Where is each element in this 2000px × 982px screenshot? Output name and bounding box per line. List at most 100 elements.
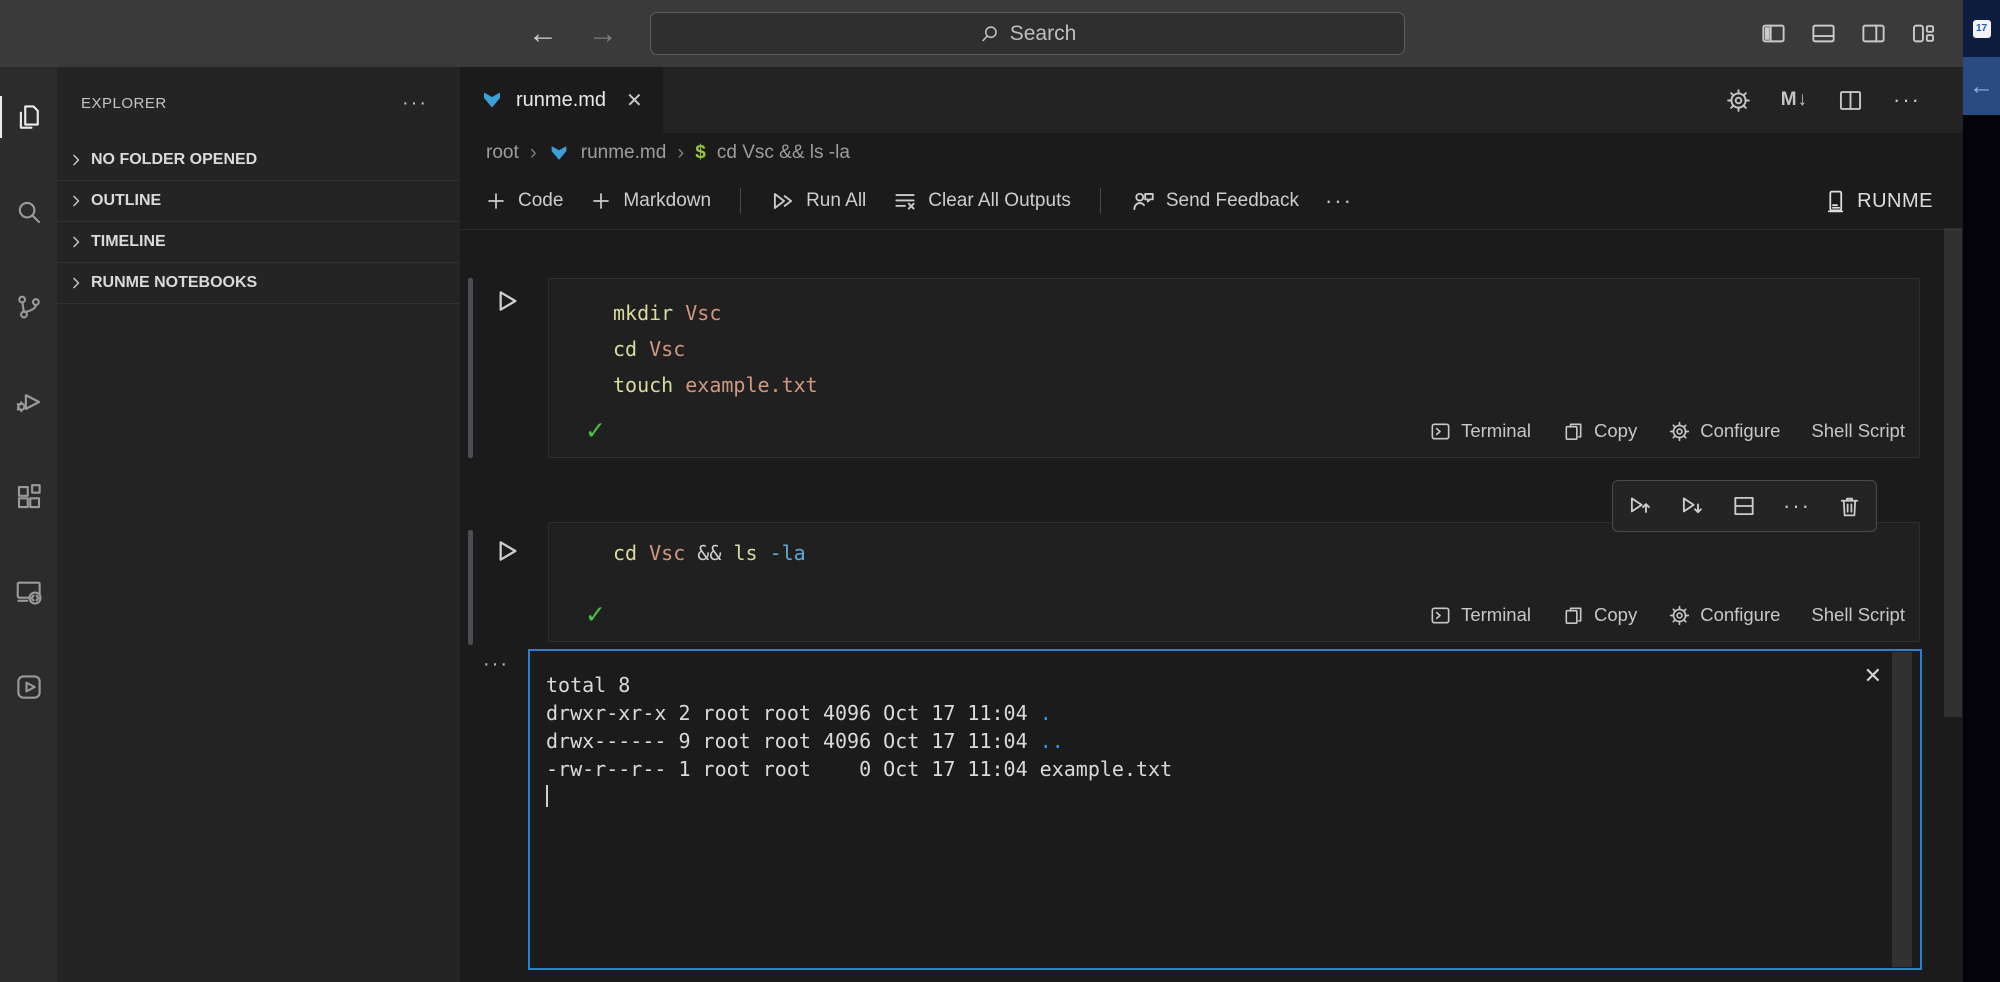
- tab-label: runme.md: [516, 89, 606, 112]
- execute-above-icon[interactable]: [1627, 493, 1653, 519]
- cell-status-bar: ✓ Terminal Copy: [549, 595, 1919, 635]
- editor-actions: M↓ ···: [1725, 67, 1921, 133]
- configure-label: Configure: [1700, 604, 1780, 626]
- runme-brand: RUNME: [1823, 173, 1933, 230]
- terminal-label: Terminal: [1461, 604, 1531, 626]
- toolbar-divider: [1100, 188, 1101, 214]
- output-scrollbar[interactable]: [1892, 652, 1912, 967]
- copy-button[interactable]: Copy: [1562, 420, 1637, 443]
- activity-remote-explorer[interactable]: [0, 568, 57, 616]
- cell-more-actions-icon[interactable]: ···: [1783, 493, 1811, 519]
- customize-layout-icon[interactable]: [1910, 20, 1937, 47]
- add-code-button[interactable]: Code: [484, 189, 563, 213]
- toggle-primary-sidebar-icon[interactable]: [1760, 20, 1787, 47]
- run-all-button[interactable]: Run All: [770, 188, 866, 214]
- background-window-sliver: 17 ←: [1963, 0, 2000, 982]
- run-cell-button[interactable]: [490, 285, 522, 317]
- split-editor-icon[interactable]: [1837, 87, 1864, 114]
- explorer-sidebar: EXPLORER ··· NO FOLDER OPENED OUTLINE TI…: [57, 67, 460, 982]
- runme-brand-label: RUNME: [1857, 190, 1933, 213]
- feedback-person-icon: [1130, 188, 1156, 214]
- configure-button[interactable]: Configure: [1668, 604, 1780, 627]
- execute-below-icon[interactable]: [1679, 493, 1705, 519]
- sidebar-title: EXPLORER: [81, 95, 167, 112]
- delete-cell-icon[interactable]: [1837, 494, 1862, 519]
- editor-scrollbar[interactable]: [1944, 228, 1962, 717]
- code-cell-1[interactable]: mkdir Vsc cd Vsc touch example.txt ✓ Ter…: [548, 278, 1920, 458]
- run-cell-button[interactable]: [490, 535, 522, 567]
- editor-group: runme.md ✕ M↓ ··· root › runme.md › $ cd…: [460, 67, 1963, 982]
- terminal-output[interactable]: total 8 drwxr-xr-x 2 root root 4096 Oct …: [528, 649, 1922, 970]
- markdown-preview-icon[interactable]: M↓: [1781, 89, 1808, 111]
- section-label: NO FOLDER OPENED: [91, 151, 257, 169]
- copy-icon: [1562, 604, 1585, 627]
- section-runme-notebooks[interactable]: RUNME NOTEBOOKS: [57, 262, 460, 303]
- runme-brand-icon: [1823, 189, 1848, 214]
- toolbar-divider: [740, 188, 741, 214]
- copy-label: Copy: [1594, 604, 1637, 626]
- add-markdown-button[interactable]: Markdown: [589, 189, 711, 213]
- command-center-search[interactable]: Search: [650, 12, 1405, 55]
- section-no-folder-opened[interactable]: NO FOLDER OPENED: [57, 139, 460, 180]
- breadcrumb-separator: ›: [677, 141, 684, 165]
- language-picker[interactable]: Shell Script: [1811, 604, 1905, 626]
- toolbar-more-icon[interactable]: ···: [1325, 188, 1353, 214]
- activity-search[interactable]: [0, 188, 57, 236]
- close-output-icon[interactable]: ✕: [1864, 663, 1882, 689]
- language-label: Shell Script: [1811, 420, 1905, 442]
- activity-runme-notebooks[interactable]: [0, 663, 57, 711]
- terminal-button[interactable]: Terminal: [1429, 604, 1531, 627]
- activity-source-control[interactable]: [0, 283, 57, 331]
- play-icon: [490, 535, 522, 567]
- activity-run-debug[interactable]: [0, 378, 57, 426]
- breadcrumb-command[interactable]: cd Vsc && ls -la: [717, 142, 850, 164]
- code-line: cd Vsc && ls -la: [613, 535, 1919, 571]
- plus-icon: [589, 189, 613, 213]
- gear-icon: [1668, 604, 1691, 627]
- tab-runme-md[interactable]: runme.md ✕: [460, 67, 663, 133]
- cell-status-bar: ✓ Terminal Copy: [549, 411, 1919, 451]
- back-arrow-icon[interactable]: ←: [528, 17, 558, 51]
- clear-all-outputs-button[interactable]: Clear All Outputs: [892, 188, 1071, 214]
- more-actions-icon[interactable]: ···: [1893, 87, 1921, 113]
- section-timeline[interactable]: TIMELINE: [57, 221, 460, 262]
- toggle-panel-icon[interactable]: [1810, 20, 1837, 47]
- terminal-button[interactable]: Terminal: [1429, 420, 1531, 443]
- split-cell-icon[interactable]: [1731, 493, 1757, 519]
- background-window-titlebar: 17: [1963, 0, 2000, 57]
- cell-hover-toolbar: ···: [1612, 480, 1877, 532]
- toggle-secondary-sidebar-icon[interactable]: [1860, 20, 1887, 47]
- language-picker[interactable]: Shell Script: [1811, 420, 1905, 442]
- title-bar: ← → Search: [0, 0, 1963, 67]
- output-more-actions-icon[interactable]: ···: [483, 653, 509, 676]
- breadcrumb-file[interactable]: runme.md: [581, 142, 667, 164]
- cell-status-actions: Terminal Copy Configure Shell Scr: [1429, 604, 1905, 627]
- search-icon: [979, 23, 1001, 45]
- configure-label: Configure: [1700, 420, 1780, 442]
- output-line: total 8: [546, 671, 1920, 699]
- configure-button[interactable]: Configure: [1668, 420, 1780, 443]
- output-line: -rw-r--r-- 1 root root 0 Oct 17 11:04 ex…: [546, 755, 1920, 783]
- clear-outputs-icon: [892, 188, 918, 214]
- gear-icon[interactable]: [1725, 87, 1752, 114]
- gear-icon: [1668, 420, 1691, 443]
- chevron-right-icon: [66, 232, 86, 252]
- terminal-icon: [1429, 604, 1452, 627]
- tab-close-icon[interactable]: ✕: [626, 88, 643, 113]
- code-cell-2[interactable]: cd Vsc && ls -la ✓ Terminal Copy: [548, 522, 1920, 642]
- breadcrumb-separator: ›: [530, 141, 537, 165]
- send-feedback-button[interactable]: Send Feedback: [1130, 188, 1299, 214]
- breadcrumb-root[interactable]: root: [486, 142, 519, 164]
- success-check-icon: ✓: [585, 600, 606, 630]
- terminal-cursor: [546, 785, 548, 807]
- forward-arrow-icon[interactable]: →: [588, 17, 618, 51]
- cell-focus-bar: [468, 530, 473, 645]
- search-placeholder: Search: [1010, 22, 1077, 46]
- sidebar-more-actions[interactable]: ···: [402, 92, 428, 115]
- activity-explorer[interactable]: [0, 93, 57, 141]
- activity-extensions[interactable]: [0, 473, 57, 521]
- section-outline[interactable]: OUTLINE: [57, 180, 460, 221]
- send-feedback-label: Send Feedback: [1166, 190, 1299, 212]
- copy-button[interactable]: Copy: [1562, 604, 1637, 627]
- cell-code[interactable]: mkdir Vsc cd Vsc touch example.txt: [549, 279, 1919, 403]
